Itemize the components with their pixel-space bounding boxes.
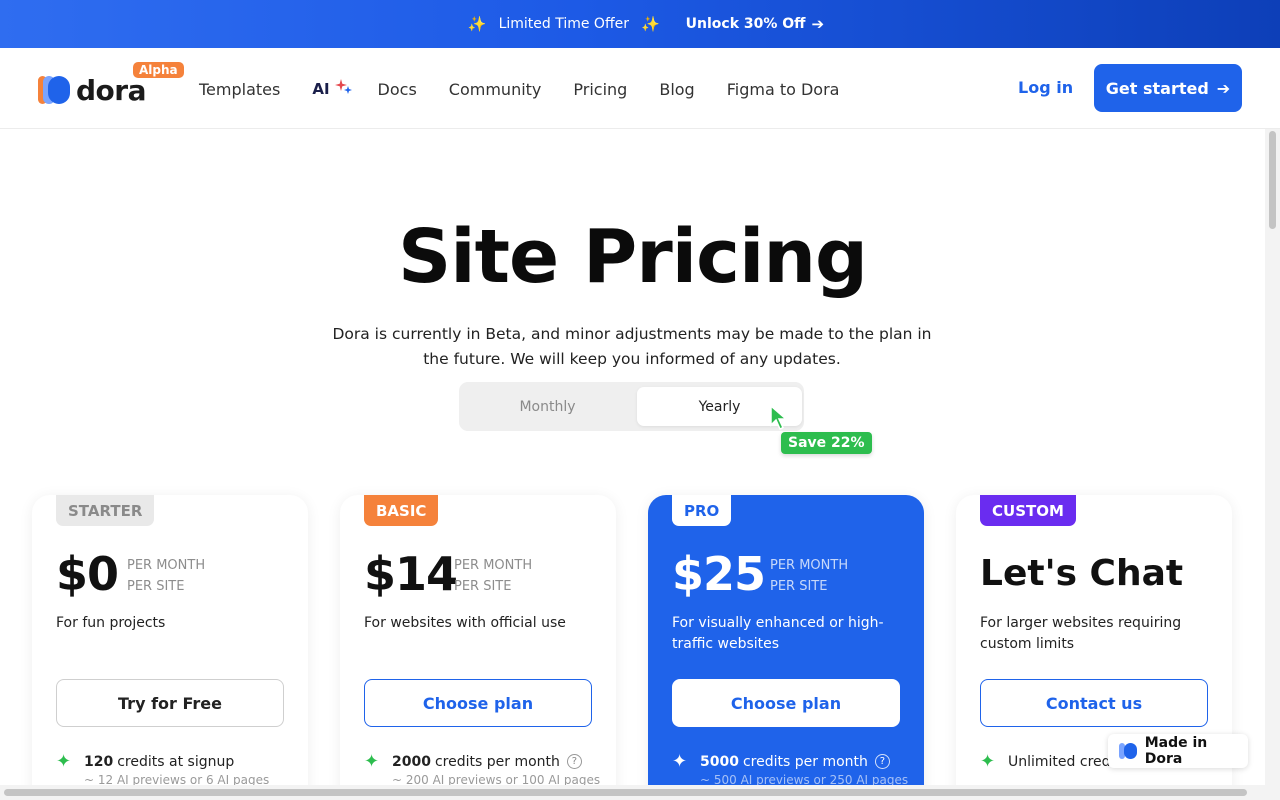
- promo-banner[interactable]: ✨ Limited Time Offer ✨ Unlock 30% Off ➔: [0, 0, 1280, 48]
- sparkle-icon: ✨: [640, 15, 660, 33]
- made-in-dora-badge[interactable]: Made in Dora: [1108, 734, 1248, 768]
- scrollbar-thumb[interactable]: [4, 789, 1247, 796]
- plan-tag: CUSTOM: [980, 495, 1076, 526]
- get-started-label: Get started: [1105, 78, 1209, 98]
- plan-price-unit: PER MONTH PER SITE: [770, 555, 848, 597]
- feature-text: Unlimited cred: [1008, 753, 1111, 770]
- feature-text: credits at signup: [117, 753, 235, 770]
- billing-toggle: Monthly Yearly: [459, 382, 804, 431]
- made-in-dora-label: Made in Dora: [1144, 735, 1208, 767]
- billing-option-monthly[interactable]: Monthly: [465, 387, 630, 426]
- plan-description: For larger websites requiring custom lim…: [980, 615, 1182, 652]
- plan-feature: ✦ 120 credits at signup: [56, 751, 296, 772]
- nav-link-figma-to-dora[interactable]: Figma to Dora: [727, 80, 840, 99]
- feature-credits: 5000: [700, 753, 739, 770]
- mouse-cursor-icon: [770, 405, 789, 431]
- price-unit-site: PER SITE: [770, 579, 828, 594]
- promo-unlock-text: Unlock 30% Off: [685, 16, 806, 32]
- sparkle-icon: ✦: [980, 751, 996, 772]
- plan-price-unit: PER MONTH PER SITE: [454, 555, 532, 597]
- try-for-free-button[interactable]: Try for Free: [56, 679, 284, 727]
- page-title: Site Pricing: [398, 214, 868, 300]
- sparkle-icon: ✦: [672, 751, 688, 772]
- plan-feature: ✦ 2000 credits per month ?: [364, 751, 604, 772]
- price-unit-month: PER MONTH: [127, 558, 206, 573]
- plan-tag: BASIC: [364, 495, 439, 526]
- price-unit-month: PER MONTH: [770, 558, 849, 573]
- get-started-button[interactable]: Get started ➔: [1094, 64, 1242, 112]
- plan-description: For visually enhanced or high-traffic we…: [672, 615, 884, 652]
- brand-name: dora: [76, 73, 146, 107]
- choose-plan-button[interactable]: Choose plan: [672, 679, 900, 727]
- price-unit-site: PER SITE: [127, 579, 185, 594]
- sparkle-icon: ✦: [364, 751, 380, 772]
- plan-card-basic: BASIC $14 PER MONTH PER SITE For website…: [340, 495, 616, 800]
- scrollbar-thumb[interactable]: [1269, 131, 1276, 229]
- plan-card-pro: PRO $25 PER MONTH PER SITE For visually …: [648, 495, 924, 800]
- dora-logo-icon: [38, 74, 70, 106]
- vertical-scrollbar[interactable]: [1265, 129, 1280, 785]
- plan-tag: PRO: [672, 495, 732, 526]
- ai-label: AI: [312, 80, 330, 98]
- nav-link-templates[interactable]: Templates: [199, 80, 280, 99]
- plan-price: $25: [672, 547, 766, 601]
- feature-credits: 2000: [392, 753, 431, 770]
- promo-unlock-link[interactable]: Unlock 30% Off ➔: [686, 15, 824, 33]
- page-subtitle: Dora is currently in Beta, and minor adj…: [332, 325, 932, 368]
- ai-sparkle-icon: [334, 78, 354, 100]
- plan-feature: ✦ 5000 credits per month ?: [672, 751, 912, 772]
- plan-tag: STARTER: [56, 495, 155, 526]
- nav-link-blog[interactable]: Blog: [659, 80, 694, 99]
- sparkle-icon: ✦: [56, 751, 72, 772]
- plan-description: For fun projects: [56, 615, 166, 631]
- plan-price: $14: [364, 547, 458, 601]
- arrow-right-icon: ➔: [811, 15, 825, 33]
- dora-logo-icon: [1119, 742, 1137, 760]
- price-unit-month: PER MONTH: [454, 558, 533, 573]
- top-navigation: dora Alpha Templates AI Docs Community P…: [0, 48, 1280, 129]
- help-icon[interactable]: ?: [874, 754, 890, 769]
- plan-card-starter: STARTER $0 PER MONTH PER SITE For fun pr…: [32, 495, 308, 800]
- help-icon[interactable]: ?: [566, 754, 582, 769]
- sparkle-icon: ✨: [467, 15, 487, 33]
- plan-description: For websites with official use: [364, 615, 566, 631]
- plan-price: Let's Chat: [980, 553, 1184, 594]
- contact-us-button[interactable]: Contact us: [980, 679, 1208, 727]
- save-badge: Save 22%: [781, 432, 872, 454]
- arrow-right-icon: ➔: [1216, 78, 1231, 98]
- nav-link-community[interactable]: Community: [449, 80, 542, 99]
- plan-price-unit: PER MONTH PER SITE: [127, 555, 205, 597]
- choose-plan-button[interactable]: Choose plan: [364, 679, 592, 727]
- nav-link-ai[interactable]: AI: [312, 78, 353, 100]
- alpha-badge: Alpha: [133, 62, 184, 78]
- promo-offer-text: Limited Time Offer: [498, 16, 629, 32]
- dora-logo[interactable]: dora Alpha: [38, 62, 184, 110]
- login-link[interactable]: Log in: [1018, 78, 1073, 97]
- horizontal-scrollbar[interactable]: [0, 785, 1280, 800]
- nav-links: Templates AI Docs Community Pricing Blog…: [199, 78, 871, 100]
- plan-price: $0: [56, 547, 119, 601]
- nav-link-docs[interactable]: Docs: [378, 80, 417, 99]
- feature-credits: 120: [84, 753, 114, 770]
- nav-link-pricing[interactable]: Pricing: [573, 80, 627, 99]
- price-unit-site: PER SITE: [454, 579, 512, 594]
- feature-text: credits per month: [742, 753, 868, 770]
- feature-text: credits per month: [434, 753, 560, 770]
